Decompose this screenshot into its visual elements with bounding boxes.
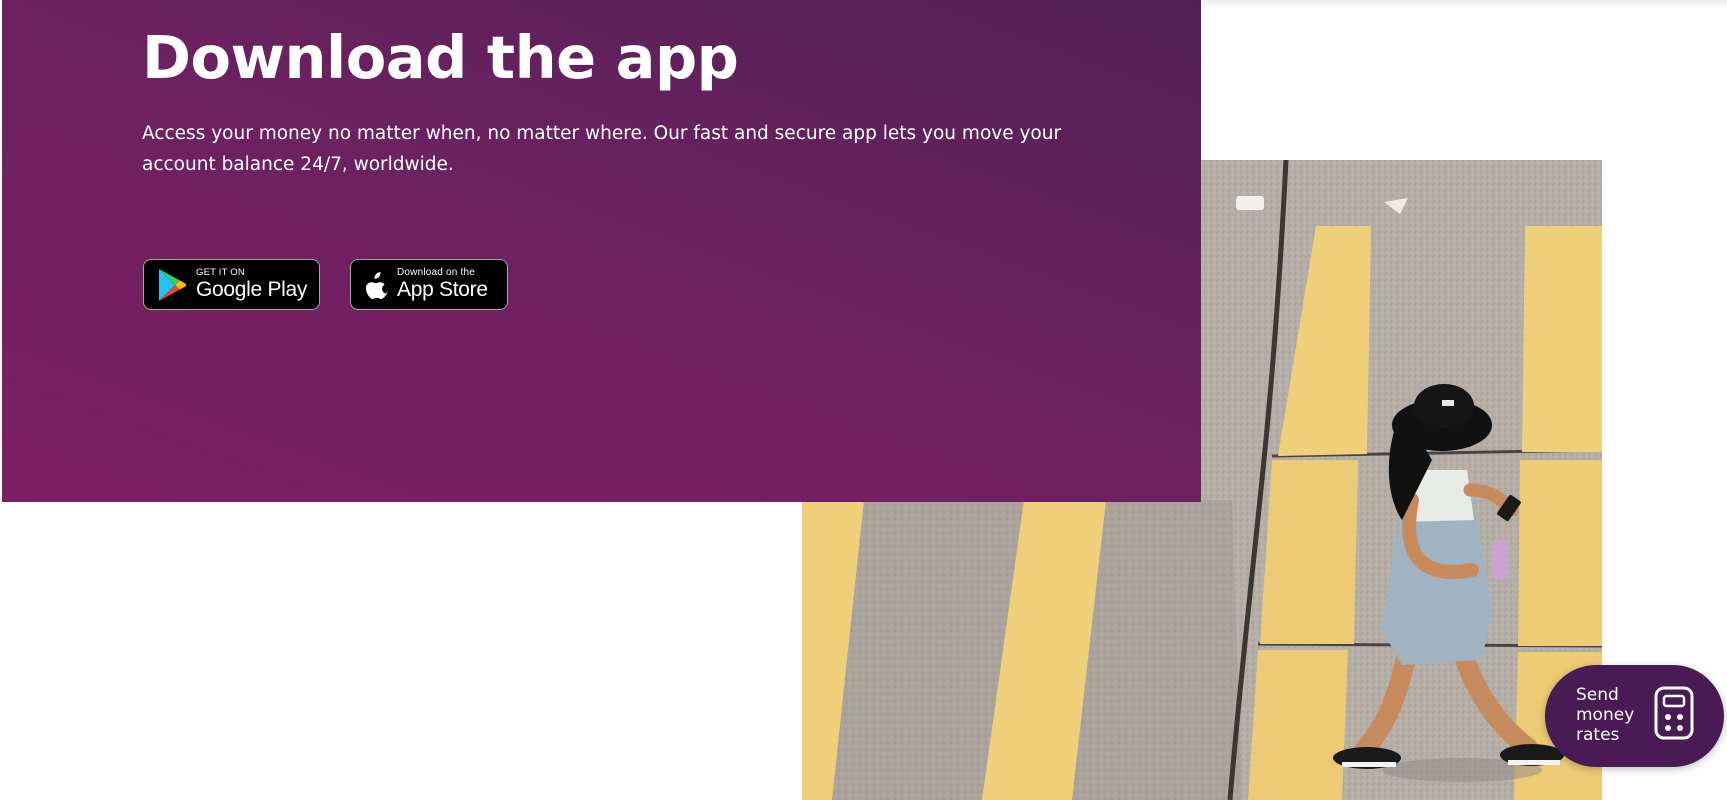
app-store-label: App Store: [397, 278, 488, 301]
download-app-hero: Download the app Access your money no ma…: [2, 0, 1201, 502]
app-store-small-label: Download on the: [397, 267, 476, 278]
send-money-rates-button[interactable]: Send money rates: [1545, 665, 1724, 767]
calculator-icon: [1654, 686, 1694, 745]
page: Download the app Access your money no ma…: [0, 0, 1727, 800]
google-play-button[interactable]: GET IT ON Google Play: [143, 259, 320, 310]
hero-title: Download the app: [142, 23, 739, 92]
google-play-label: Google Play: [196, 278, 308, 301]
apple-icon: [361, 271, 391, 299]
google-play-small-label: GET IT ON: [196, 267, 245, 278]
google-play-icon: [154, 268, 190, 302]
hero-description: Access your money no matter when, no mat…: [142, 123, 1062, 175]
app-store-button[interactable]: Download on the App Store: [350, 259, 508, 310]
send-money-rates-label: Send money rates: [1576, 685, 1635, 745]
header-shadow: [1200, 0, 1727, 8]
